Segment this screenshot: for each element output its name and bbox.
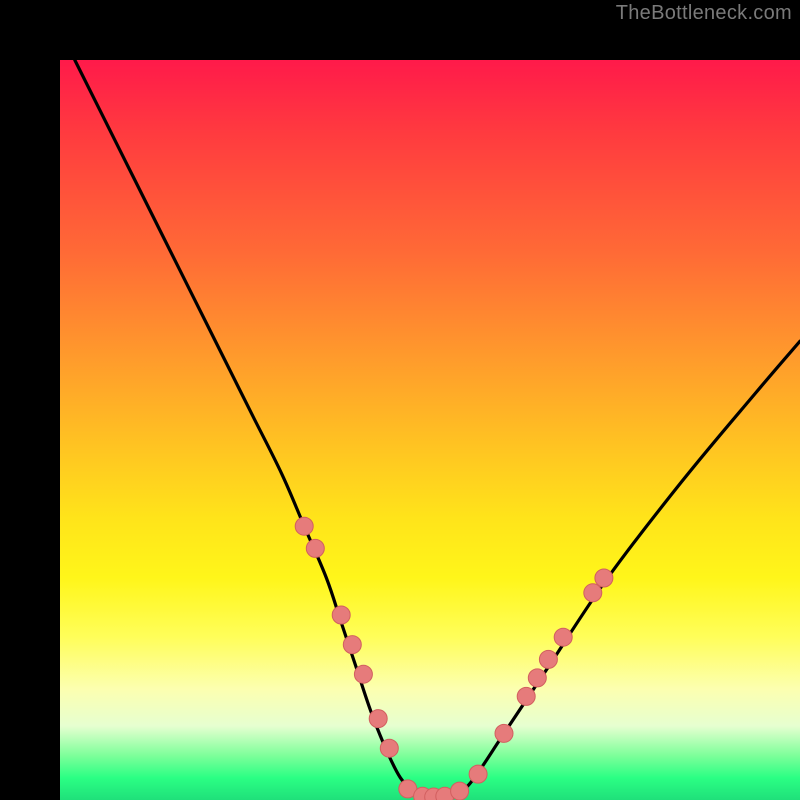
curve-marker [380, 739, 398, 757]
curve-marker [469, 765, 487, 783]
chart-frame [0, 0, 800, 800]
curve-marker [584, 584, 602, 602]
curve-marker [354, 665, 372, 683]
curve-marker [332, 606, 350, 624]
curve-marker [306, 539, 324, 557]
curve-marker [343, 636, 361, 654]
curve-marker [517, 687, 535, 705]
curve-marker [528, 669, 546, 687]
curve-markers [295, 517, 613, 800]
bottleneck-chart-svg [60, 60, 800, 800]
curve-marker [495, 724, 513, 742]
curve-marker [539, 650, 557, 668]
watermark-text: TheBottleneck.com [616, 2, 792, 25]
plot-area [60, 60, 800, 800]
bottleneck-curve [75, 60, 800, 800]
curve-marker [369, 710, 387, 728]
curve-marker [451, 782, 469, 800]
curve-marker [295, 517, 313, 535]
curve-marker [595, 569, 613, 587]
curve-marker [554, 628, 572, 646]
